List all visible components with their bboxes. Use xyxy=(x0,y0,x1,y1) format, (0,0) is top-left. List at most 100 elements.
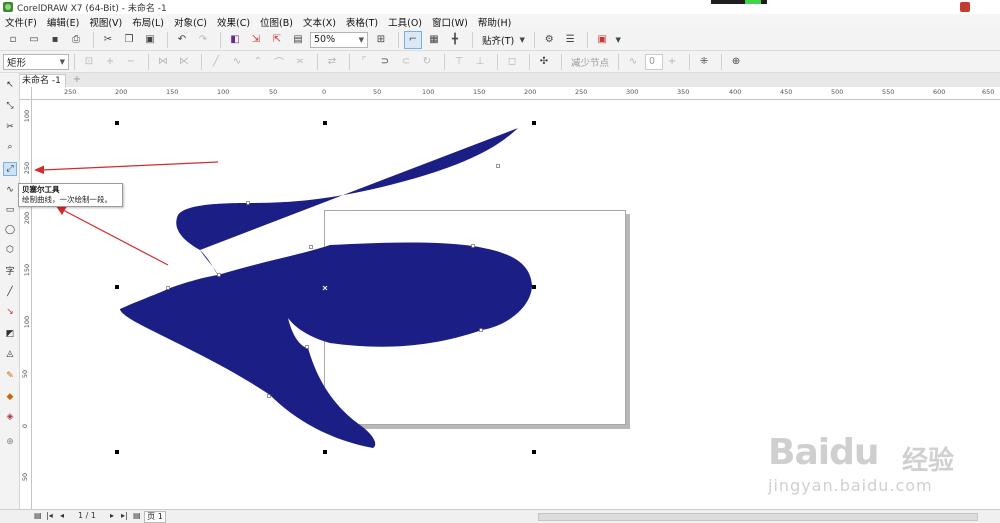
new-icon[interactable]: ▫ xyxy=(4,31,22,49)
rectangle-tool-icon[interactable]: ▭ xyxy=(3,203,17,217)
menu-tools[interactable]: 工具(O) xyxy=(388,15,422,29)
guidelines-icon[interactable]: ╋ xyxy=(446,31,464,49)
reduce-nodes-button[interactable]: 减少节点 xyxy=(571,55,609,69)
page-navigator-icon[interactable]: ▤ xyxy=(34,511,42,520)
full-screen-icon[interactable]: ⊞ xyxy=(372,31,390,49)
stepper-icon[interactable]: + xyxy=(663,53,681,71)
horizontal-scrollbar[interactable] xyxy=(538,513,978,521)
align-nodes-icon[interactable]: ⊤ xyxy=(450,53,468,71)
polygon-tool-icon[interactable]: ⬡ xyxy=(3,243,17,257)
smooth-node-icon[interactable]: ⌒ xyxy=(270,53,288,71)
add-tool-icon[interactable]: ⊕ xyxy=(3,435,17,449)
save-icon[interactable]: ▪ xyxy=(46,31,64,49)
shape-type-select[interactable]: 矩形 ▼ xyxy=(3,53,69,70)
user-icon[interactable] xyxy=(960,2,970,12)
menu-view[interactable]: 视图(V) xyxy=(89,15,122,29)
close-curve-icon[interactable]: ⊃ xyxy=(376,53,394,71)
grid-icon[interactable]: ▦ xyxy=(425,31,443,49)
publish-pdf-icon[interactable]: ▤ xyxy=(289,31,307,49)
symmetrical-node-icon[interactable]: ≍ xyxy=(291,53,309,71)
zoom-level-select[interactable]: 50% ▼ xyxy=(310,31,368,48)
elastic-mode-icon[interactable]: ◻ xyxy=(503,53,521,71)
paste-icon[interactable]: ▣ xyxy=(141,31,159,49)
extend-curve-icon[interactable]: ⌜ xyxy=(355,53,373,71)
menu-file[interactable]: 文件(F) xyxy=(5,15,37,29)
join-nodes-icon[interactable]: ⋈ xyxy=(154,53,172,71)
cut-icon[interactable]: ✂ xyxy=(99,31,117,49)
print-icon[interactable]: ⎙ xyxy=(67,31,85,49)
menu-edit[interactable]: 编辑(E) xyxy=(47,15,79,29)
extract-subpath-icon[interactable]: ⊂ xyxy=(397,53,415,71)
smart-fill-icon[interactable]: ◈ xyxy=(3,410,17,424)
to-line-icon[interactable]: ╱ xyxy=(207,53,225,71)
menu-object[interactable]: 对象(C) xyxy=(174,15,207,29)
smoothness-input[interactable]: 0 xyxy=(645,53,664,70)
page-tab[interactable]: 页 1 xyxy=(144,511,166,523)
add-tab-icon[interactable]: + xyxy=(72,75,82,85)
rotate-nodes-icon[interactable]: ↻ xyxy=(418,53,436,71)
add-icon[interactable]: ⊕ xyxy=(727,53,745,71)
drawing-canvas[interactable] xyxy=(32,100,1000,509)
bezier-tool-icon[interactable]: ⤢ xyxy=(3,162,17,176)
menu-window[interactable]: 窗口(W) xyxy=(432,15,468,29)
undo-icon[interactable]: ↶ xyxy=(173,31,191,49)
menu-effects[interactable]: 效果(C) xyxy=(217,15,250,29)
ellipse-tool-icon[interactable]: ◯ xyxy=(3,223,17,237)
previous-page-icon[interactable]: ◂ xyxy=(60,511,64,520)
menu-text[interactable]: 文本(X) xyxy=(303,15,336,29)
crop-tool-icon[interactable]: ✂ xyxy=(3,120,17,134)
copy-icon[interactable]: ❐ xyxy=(120,31,138,49)
mirror-nodes-icon[interactable]: ⊥ xyxy=(471,53,489,71)
curve-smoothness-icon[interactable]: ∿ xyxy=(624,53,642,71)
rulers-icon[interactable]: ⌐ xyxy=(404,30,422,49)
menu-bitmaps[interactable]: 位图(B) xyxy=(260,15,293,29)
add-page-icon[interactable]: ▤ xyxy=(133,511,141,520)
last-page-icon[interactable]: ▸| xyxy=(121,511,128,520)
open-icon[interactable]: ▭ xyxy=(25,31,43,49)
interactive-fill-icon[interactable]: ◆ xyxy=(3,390,17,404)
reverse-direction-icon[interactable]: ⇄ xyxy=(323,53,341,71)
horizontal-ruler[interactable]: 250 200 150 100 50 0 50 100 150 200 250 … xyxy=(32,87,1000,100)
welcome-screen-icon[interactable]: ▣ xyxy=(593,31,611,49)
artistic-media-icon[interactable]: ∿ xyxy=(3,183,17,197)
first-page-icon[interactable]: |◂ xyxy=(46,511,53,520)
shape-tool-icon[interactable]: ⤡ xyxy=(3,99,17,113)
document-page[interactable] xyxy=(324,210,626,425)
ruler-label: 200 xyxy=(524,88,537,96)
menu-help[interactable]: 帮助(H) xyxy=(478,15,512,29)
cusp-node-icon[interactable]: ⌃ xyxy=(249,53,267,71)
eyedropper-icon[interactable]: ✎ xyxy=(3,369,17,383)
node-selection-icon[interactable]: ⁜ xyxy=(695,53,713,71)
options-icon[interactable]: ⚙ xyxy=(540,31,558,49)
text-tool-icon[interactable]: 字 xyxy=(3,263,17,277)
snap-to-button[interactable]: 贴齐(T) xyxy=(482,33,514,47)
drop-shadow-icon[interactable]: ◩ xyxy=(3,327,17,341)
separator xyxy=(444,53,445,70)
dimension-tool-icon[interactable]: ╱ xyxy=(3,285,17,299)
search-content-icon[interactable]: ◧ xyxy=(226,31,244,49)
select-all-nodes-icon[interactable]: ⊡ xyxy=(80,53,98,71)
page-count: 1 / 1 xyxy=(78,511,96,520)
chevron-down-icon[interactable]: ▼ xyxy=(614,31,622,49)
import-icon[interactable]: ⇲ xyxy=(247,31,265,49)
document-tab[interactable]: 未命名 -1 xyxy=(18,74,66,87)
redo-icon[interactable]: ↷ xyxy=(194,31,212,49)
export-icon[interactable]: ⇱ xyxy=(268,31,286,49)
vertical-ruler[interactable]: 100 250 200 150 100 50 0 50 xyxy=(20,100,32,509)
next-page-icon[interactable]: ▸ xyxy=(110,511,114,520)
ruler-corner[interactable] xyxy=(20,87,32,100)
ruler-label: 250 xyxy=(23,161,32,175)
menu-layout[interactable]: 布局(L) xyxy=(132,15,164,29)
select-nodes-icon[interactable]: ✣ xyxy=(535,53,553,71)
break-curve-icon[interactable]: ⋉ xyxy=(175,53,193,71)
transparency-tool-icon[interactable]: ◬ xyxy=(3,347,17,361)
add-node-icon[interactable]: + xyxy=(101,53,119,71)
zoom-tool-icon[interactable]: ⌕ xyxy=(3,140,17,154)
chevron-down-icon[interactable]: ▼ xyxy=(518,31,526,49)
to-curve-icon[interactable]: ∿ xyxy=(228,53,246,71)
delete-node-icon[interactable]: − xyxy=(122,53,140,71)
application-launcher-icon[interactable]: ☰ xyxy=(561,31,579,49)
connector-tool-icon[interactable]: ↘ xyxy=(3,305,17,319)
pick-tool-icon[interactable]: ↖ xyxy=(3,78,17,92)
menu-table[interactable]: 表格(T) xyxy=(346,15,378,29)
